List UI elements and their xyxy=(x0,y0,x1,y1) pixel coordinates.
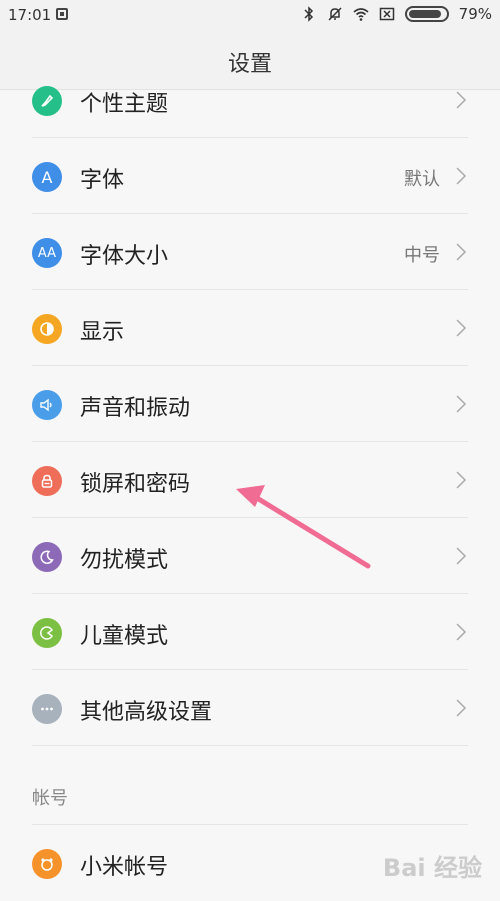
settings-item-label: 其他高级设置 xyxy=(80,700,213,725)
no-sim-icon xyxy=(379,7,394,21)
mute-bell-icon xyxy=(328,7,342,21)
mi-account-icon xyxy=(32,849,62,879)
settings-item-value: 中号 xyxy=(404,245,440,266)
display-icon xyxy=(32,314,62,344)
chevron-right-icon xyxy=(456,243,467,261)
moon-icon xyxy=(32,542,62,572)
lock-icon xyxy=(32,466,62,496)
settings-list: 个性主题 A 字体 默认 AA 字体大小 中号 显示 声音和振动 锁屏和密码 勿… xyxy=(0,68,500,746)
settings-item-theme[interactable]: 个性主题 xyxy=(32,68,468,138)
bluetooth-icon xyxy=(304,6,313,22)
settings-item-sound[interactable]: 声音和振动 xyxy=(32,366,468,442)
settings-item-label: 字体 xyxy=(80,168,125,193)
section-header-account: 帐号 xyxy=(32,788,68,809)
settings-item-font-size[interactable]: AA 字体大小 中号 xyxy=(32,214,468,290)
battery-icon xyxy=(404,6,449,22)
chevron-right-icon xyxy=(456,395,467,413)
chevron-right-icon xyxy=(456,319,467,337)
chevron-right-icon xyxy=(456,547,467,565)
status-time: 17:01 xyxy=(8,6,52,24)
sound-icon xyxy=(32,390,62,420)
battery-percent: 79% xyxy=(458,5,492,23)
status-icons: 79% xyxy=(301,5,492,23)
theme-icon xyxy=(32,86,62,116)
settings-item-child-mode[interactable]: 儿童模式 xyxy=(32,594,468,670)
settings-item-font[interactable]: A 字体 默认 xyxy=(32,138,468,214)
more-icon xyxy=(32,694,62,724)
settings-item-label: 锁屏和密码 xyxy=(80,472,191,497)
settings-item-label: 声音和振动 xyxy=(80,396,191,421)
chevron-right-icon xyxy=(456,623,467,641)
font-icon: A xyxy=(32,162,62,192)
status-bar: 17:01 79% xyxy=(0,0,500,30)
settings-item-label: 儿童模式 xyxy=(80,624,169,649)
chevron-right-icon xyxy=(456,471,467,489)
chevron-right-icon xyxy=(456,699,467,717)
wifi-icon xyxy=(353,8,369,21)
settings-item-label: 小米帐号 xyxy=(80,855,169,880)
chevron-right-icon xyxy=(456,167,467,185)
settings-item-do-not-disturb[interactable]: 勿扰模式 xyxy=(32,518,468,594)
settings-item-advanced[interactable]: 其他高级设置 xyxy=(32,670,468,746)
settings-item-label: 字体大小 xyxy=(80,244,169,269)
settings-item-lock-screen[interactable]: 锁屏和密码 xyxy=(32,442,468,518)
settings-item-label: 勿扰模式 xyxy=(80,548,169,573)
font-size-icon: AA xyxy=(32,238,62,268)
settings-item-label: 显示 xyxy=(80,320,125,345)
settings-item-display[interactable]: 显示 xyxy=(32,290,468,366)
settings-item-label: 个性主题 xyxy=(80,92,169,117)
watermark: Bai 经验 xyxy=(382,854,482,882)
chevron-right-icon xyxy=(456,91,467,109)
notification-icon xyxy=(56,8,68,20)
settings-item-value: 默认 xyxy=(404,169,440,190)
child-icon xyxy=(32,618,62,648)
